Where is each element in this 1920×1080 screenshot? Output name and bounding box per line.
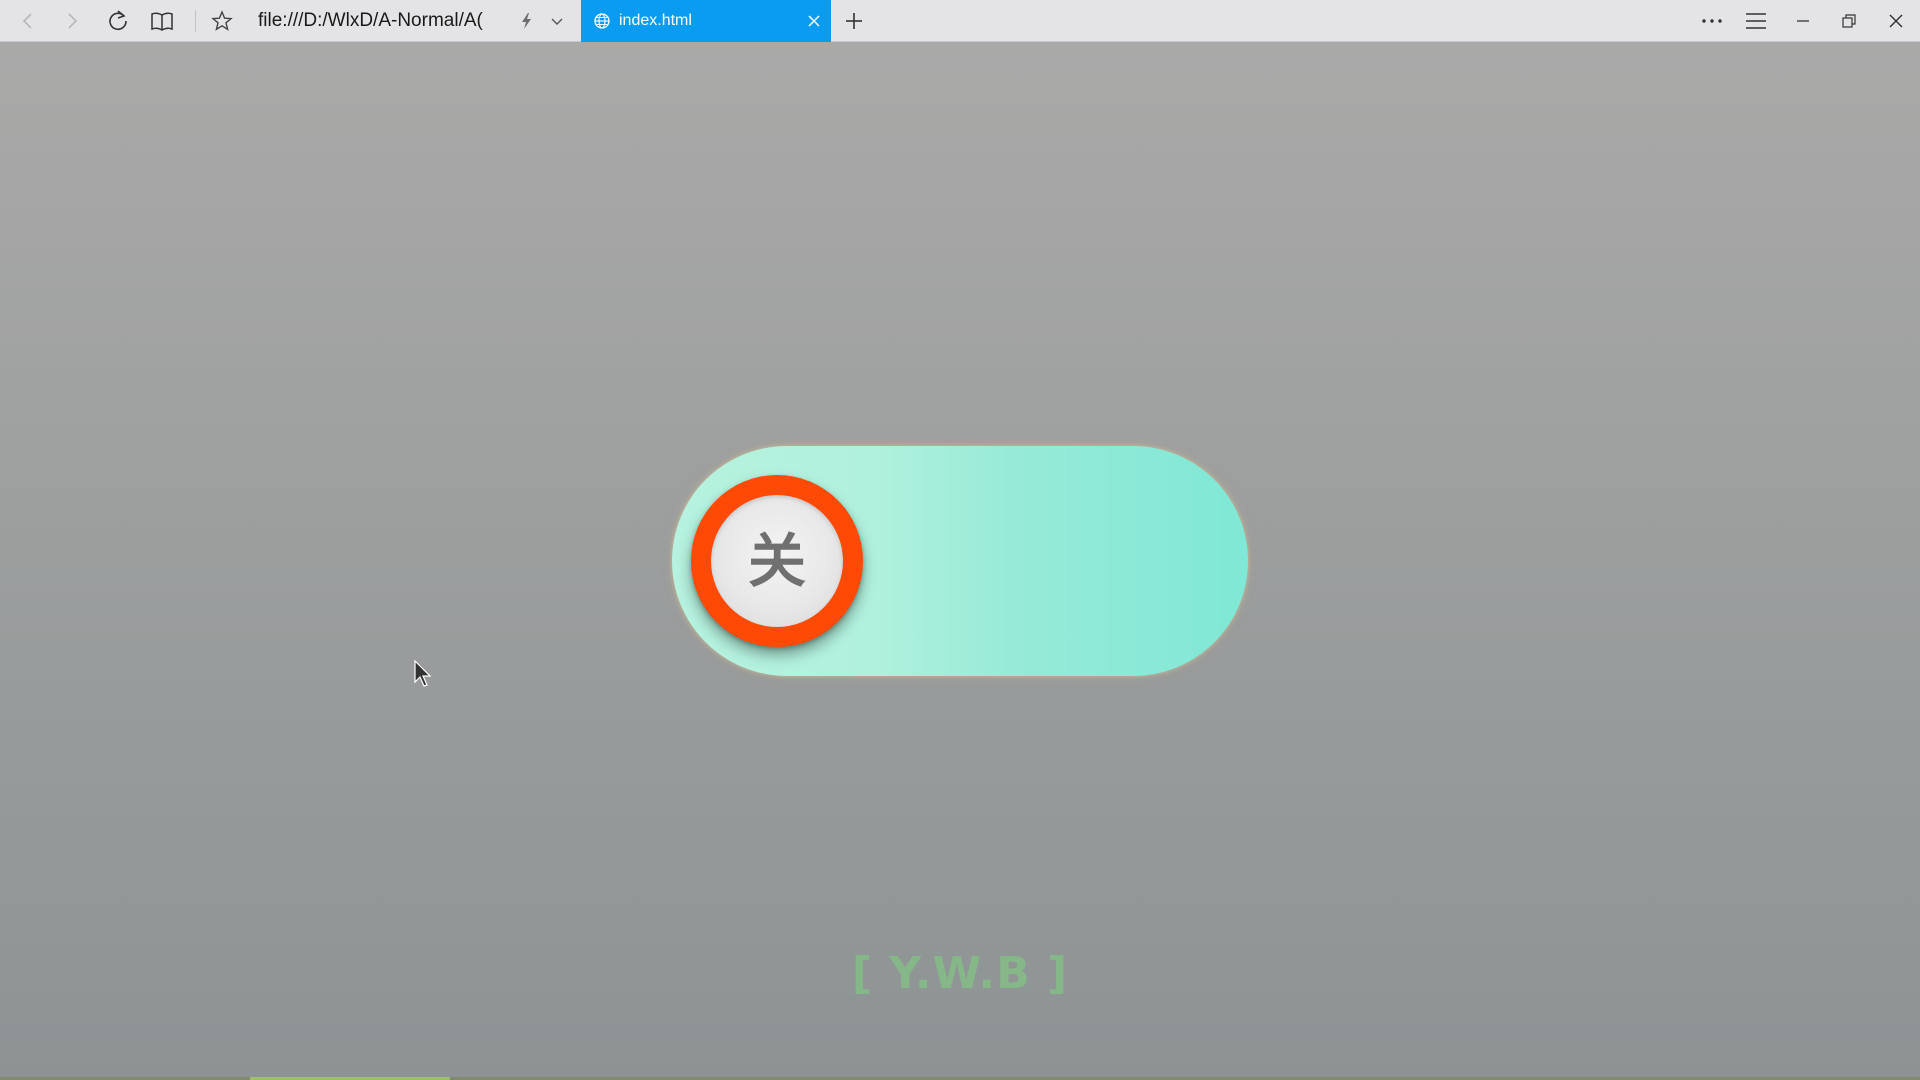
toggle-switch[interactable]: 关 bbox=[672, 446, 1248, 676]
reading-view-button[interactable] bbox=[140, 0, 184, 42]
chevron-down-icon[interactable] bbox=[548, 12, 566, 30]
flash-icon[interactable] bbox=[518, 12, 536, 30]
page-viewport: 关 [ Y.W.B ] bbox=[0, 42, 1920, 1080]
book-icon bbox=[151, 12, 173, 31]
hamburger-icon bbox=[1746, 13, 1766, 29]
star-icon bbox=[211, 10, 233, 31]
forward-button[interactable] bbox=[50, 0, 94, 42]
close-icon[interactable] bbox=[805, 12, 823, 30]
refresh-button[interactable] bbox=[96, 0, 140, 42]
restore-button[interactable] bbox=[1826, 0, 1872, 42]
close-icon bbox=[1889, 14, 1903, 28]
forward-arrow-icon bbox=[68, 13, 78, 29]
new-tab-button[interactable] bbox=[834, 0, 874, 42]
minimize-button[interactable] bbox=[1780, 0, 1826, 42]
favorite-button[interactable] bbox=[200, 0, 244, 42]
plus-icon bbox=[846, 13, 862, 29]
address-text: file:///D:/WlxD/A-Normal/A( bbox=[258, 10, 483, 31]
back-arrow-icon bbox=[22, 13, 32, 29]
browser-toolbar: file:///D:/WlxD/A-Normal/A( index.html bbox=[0, 0, 1920, 42]
toggle-knob[interactable]: 关 bbox=[691, 475, 863, 647]
watermark-text: [ Y.W.B ] bbox=[851, 948, 1069, 999]
mouse-cursor-icon bbox=[414, 660, 432, 687]
toggle-knob-face: 关 bbox=[711, 495, 843, 627]
refresh-icon bbox=[109, 10, 127, 31]
more-icon bbox=[1702, 19, 1722, 23]
minimize-icon bbox=[1797, 20, 1809, 22]
toggle-label: 关 bbox=[747, 527, 806, 595]
hub-button[interactable] bbox=[1734, 0, 1778, 42]
address-bar[interactable]: file:///D:/WlxD/A-Normal/A( bbox=[248, 4, 580, 38]
globe-icon bbox=[594, 13, 610, 29]
more-button[interactable] bbox=[1690, 0, 1734, 42]
close-window-button[interactable] bbox=[1872, 0, 1920, 42]
tab-title: index.html bbox=[619, 12, 692, 29]
back-button[interactable] bbox=[6, 0, 50, 42]
tab-index-html[interactable]: index.html bbox=[581, 0, 831, 42]
restore-icon bbox=[1842, 14, 1856, 28]
toolbar-divider bbox=[195, 10, 196, 32]
